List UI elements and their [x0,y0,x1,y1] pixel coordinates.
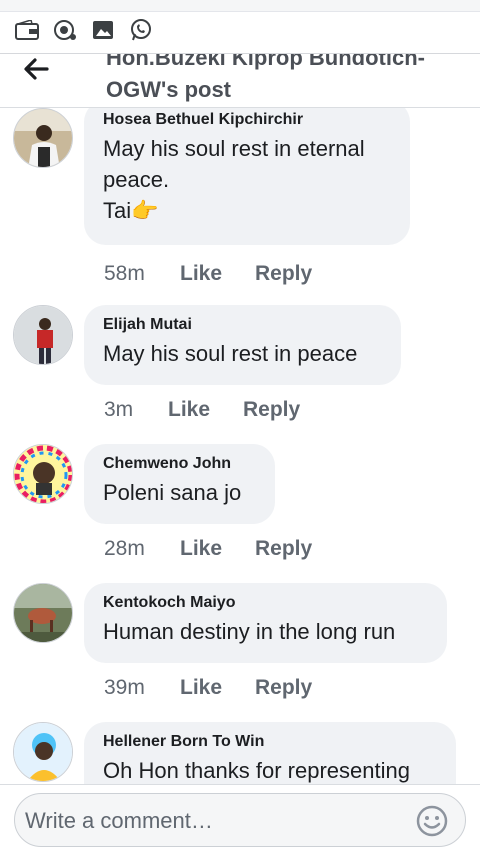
arrow-left-icon [24,58,49,80]
post-header: Hon.Buzeki Kiprop Bundotich-OGW's post [0,54,480,108]
comment-text-line: peace. [103,167,170,192]
comment-actions: 3m Like Reply [104,398,300,422]
comment-author[interactable]: Elijah Mutai [103,315,381,335]
comment-time: 58m [104,262,145,285]
comment-bubble[interactable]: Chemweno John Poleni sana jo [84,444,275,524]
smiley-icon [416,805,448,837]
like-button[interactable]: Like [180,537,255,561]
comment-author[interactable]: Kentokoch Maiyo [103,593,427,613]
status-bar [0,0,480,54]
wallet-icon [14,18,40,42]
comment-actions: 58m Like Reply [104,262,312,286]
comment-actions: 39m Like Reply [104,676,312,700]
avatar[interactable] [13,305,73,365]
avatar[interactable] [13,583,73,643]
comment-author[interactable]: Chemweno John [103,454,255,474]
comment-input-box[interactable] [14,793,466,847]
reply-button[interactable]: Reply [255,676,312,700]
comment-input[interactable] [25,804,405,838]
comment-text: Poleni sana jo [103,480,242,505]
comment-item: Chemweno John Poleni sana jo 28m Like Re… [0,444,480,574]
like-button[interactable]: Like [180,676,255,700]
comment-bubble[interactable]: Hosea Bethuel Kipchirchir May his soul r… [84,108,410,245]
comment-time: 39m [104,676,145,699]
emoji-button[interactable] [415,804,449,838]
whatsapp-icon [128,18,154,42]
gallery-icon [90,18,116,42]
reply-button[interactable]: Reply [255,537,312,561]
reply-button[interactable]: Reply [255,262,312,286]
comment-time: 3m [104,398,134,421]
comment-author[interactable]: Hosea Bethuel Kipchirchir [103,110,390,130]
page-title: Hon.Buzeki Kiprop Bundotich-OGW's post [106,54,425,102]
comment-time: 28m [104,537,145,560]
comment-text: Human destiny in the long run [103,619,396,644]
avatar[interactable] [13,108,73,168]
comment-text-line: Tai👉 [103,198,159,223]
comment-text: May his soul rest in eternal peace. Tai👉 [103,133,390,226]
comment-bubble[interactable]: Elijah Mutai May his soul rest in peace [84,305,401,385]
status-bar-top-strip [0,0,480,12]
comment-author[interactable]: Hellener Born To Win [103,732,436,752]
like-button[interactable]: Like [168,398,243,422]
comment-bubble[interactable]: Kentokoch Maiyo Human destiny in the lon… [84,583,447,663]
comment-item: Kentokoch Maiyo Human destiny in the lon… [0,583,480,713]
comment-text: Oh Hon thanks for representing [103,758,410,783]
like-button[interactable]: Like [180,262,255,286]
reply-button[interactable]: Reply [243,398,300,422]
comment-actions: 28m Like Reply [104,537,312,561]
back-button[interactable] [16,54,56,84]
comment-composer [0,784,480,854]
comment-item: Hosea Bethuel Kipchirchir May his soul r… [0,108,480,290]
comment-item: Hellener Born To Win Oh Hon thanks for r… [0,722,480,784]
comments-list: Hosea Bethuel Kipchirchir May his soul r… [0,108,480,784]
avatar[interactable] [13,444,73,504]
avatar[interactable] [13,722,73,782]
camera-icon [52,18,78,42]
comment-item: Elijah Mutai May his soul rest in peace … [0,305,480,435]
comment-text: May his soul rest in peace [103,341,358,366]
comment-bubble[interactable]: Hellener Born To Win Oh Hon thanks for r… [84,722,456,784]
comment-text-line: May his soul rest in eternal [103,136,365,161]
status-icons [14,18,154,42]
